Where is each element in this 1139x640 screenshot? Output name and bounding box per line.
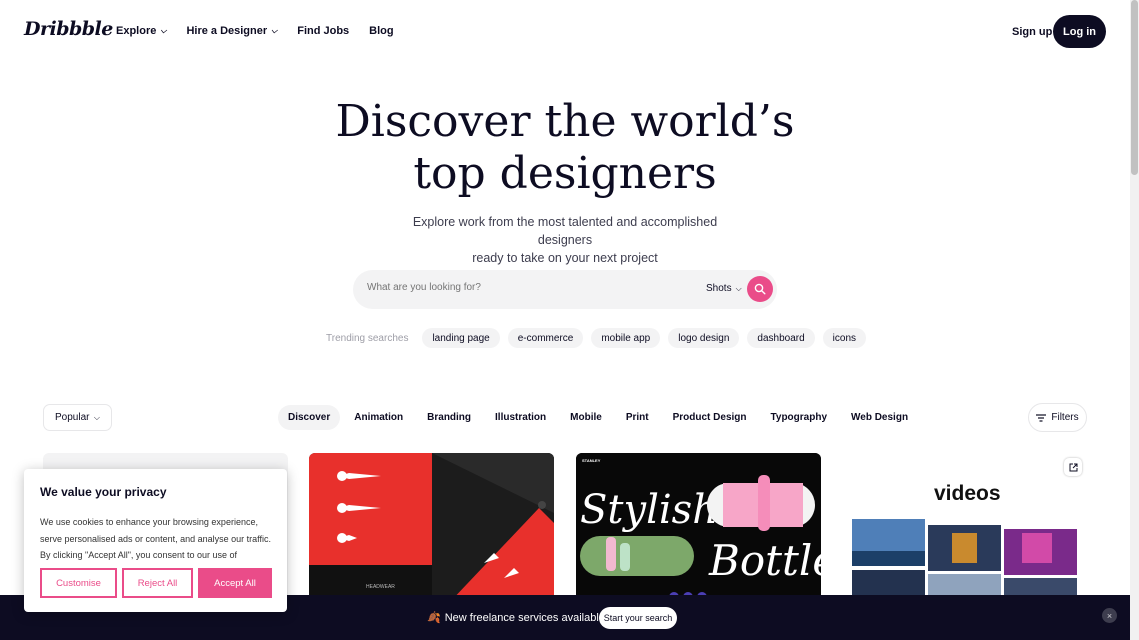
- shot-card[interactable]: HEADWEAR: [309, 453, 554, 603]
- trending-chip[interactable]: dashboard: [747, 328, 815, 348]
- tab-print[interactable]: Print: [616, 405, 659, 430]
- shot-word-bottle: Bottle: [708, 536, 821, 585]
- tab-product-design[interactable]: Product Design: [663, 405, 757, 430]
- chevron-down-icon: ⌵: [93, 412, 100, 422]
- hero-subtitle-line2: ready to take on your next project: [472, 251, 658, 265]
- trending-chip[interactable]: landing page: [422, 328, 500, 348]
- search-button[interactable]: [747, 276, 773, 302]
- trending-chip[interactable]: logo design: [668, 328, 740, 348]
- tab-web-design[interactable]: Web Design: [841, 405, 918, 430]
- login-button[interactable]: Log in: [1053, 15, 1106, 48]
- filter-icon: [1036, 413, 1047, 422]
- banner-text: New freelance services available!: [444, 611, 608, 624]
- sort-dropdown[interactable]: Popular ⌵: [43, 404, 112, 431]
- sort-label: Popular: [55, 412, 90, 423]
- tab-animation[interactable]: Animation: [344, 405, 413, 430]
- customise-button[interactable]: Customise: [40, 568, 117, 598]
- nav-hire-label: Hire a Designer: [186, 25, 268, 37]
- trending-chip[interactable]: mobile app: [591, 328, 661, 348]
- nav-hire-designer[interactable]: Hire a Designer ⌵: [186, 25, 277, 37]
- signup-link[interactable]: Sign up: [1012, 26, 1052, 38]
- hero-title-line1: Discover the world’s: [335, 96, 795, 147]
- shot-title-videos: videos: [934, 482, 1001, 505]
- search-icon: [754, 283, 766, 295]
- shot-thumbnail: videos: [842, 453, 1087, 603]
- trending-searches: Trending searches landing page e-commerc…: [326, 328, 867, 348]
- nav-explore[interactable]: Explore ⌵: [116, 25, 166, 37]
- search-bar: Shots ⌵: [353, 270, 777, 309]
- nav-find-jobs[interactable]: Find Jobs: [297, 25, 349, 37]
- nav-blog-label: Blog: [369, 25, 394, 37]
- shot-thumbnail: STANLEY Stylish Bottle: [576, 453, 821, 603]
- nav-explore-label: Explore: [116, 25, 157, 37]
- tab-branding[interactable]: Branding: [417, 405, 481, 430]
- accept-all-button[interactable]: Accept All: [198, 568, 272, 598]
- chevron-down-icon: ⌵: [160, 26, 167, 35]
- hero-title: Discover the world’s top designers: [0, 96, 1130, 200]
- shot-caption: HEADWEAR: [366, 584, 395, 590]
- scrollbar-thumb[interactable]: [1131, 0, 1138, 175]
- tab-typography[interactable]: Typography: [761, 405, 837, 430]
- close-icon[interactable]: ×: [1102, 608, 1117, 623]
- tab-mobile[interactable]: Mobile: [560, 405, 612, 430]
- trending-chip[interactable]: icons: [822, 328, 867, 348]
- filters-label: Filters: [1051, 412, 1079, 423]
- cookie-consent-dialog: We value your privacy We use cookies to …: [24, 469, 287, 612]
- search-type-select[interactable]: Shots ⌵: [706, 283, 742, 294]
- nav-blog[interactable]: Blog: [369, 25, 393, 37]
- search-type-label: Shots: [706, 283, 732, 294]
- shot-thumbnail: HEADWEAR: [309, 453, 554, 603]
- hero-subtitle-line1: Explore work from the most talented and …: [412, 215, 718, 247]
- shot-brand: STANLEY: [582, 458, 601, 463]
- search-input[interactable]: [367, 282, 667, 293]
- shot-card[interactable]: STANLEY Stylish Bottle: [576, 453, 821, 603]
- hero-subtitle: Explore work from the most talented and …: [395, 213, 735, 267]
- nav-find-jobs-label: Find Jobs: [297, 25, 350, 37]
- hero-title-line2: top designers: [413, 148, 717, 199]
- filters-button[interactable]: Filters: [1028, 403, 1087, 432]
- category-tabs: Discover Animation Branding Illustration…: [278, 405, 922, 430]
- page-scrollbar[interactable]: [1130, 0, 1139, 640]
- external-link-icon[interactable]: [1064, 458, 1082, 476]
- shot-card[interactable]: videos: [842, 453, 1087, 603]
- nav-links: Explore ⌵ Hire a Designer ⌵ Find Jobs Blog: [116, 25, 394, 37]
- start-search-button[interactable]: Start your search: [599, 607, 677, 629]
- cookie-title: We value your privacy: [40, 485, 167, 499]
- cookie-buttons: Customise Reject All Accept All: [40, 568, 272, 598]
- trending-chip[interactable]: e-commerce: [507, 328, 584, 348]
- shot-word-stylish: Stylish: [580, 487, 718, 533]
- tab-discover[interactable]: Discover: [278, 405, 341, 430]
- tab-illustration[interactable]: Illustration: [485, 405, 556, 430]
- reject-all-button[interactable]: Reject All: [122, 568, 193, 598]
- chevron-down-icon: ⌵: [271, 26, 278, 35]
- top-navigation: Dribbble Explore ⌵ Hire a Designer ⌵ Find …: [0, 0, 1130, 64]
- banner-message: 🍂 New freelance services available!: [427, 611, 608, 625]
- leaf-icon: 🍂: [427, 612, 441, 624]
- trending-label: Trending searches: [326, 332, 409, 344]
- dribbble-logo[interactable]: Dribbble: [24, 18, 113, 40]
- chevron-down-icon: ⌵: [735, 283, 742, 293]
